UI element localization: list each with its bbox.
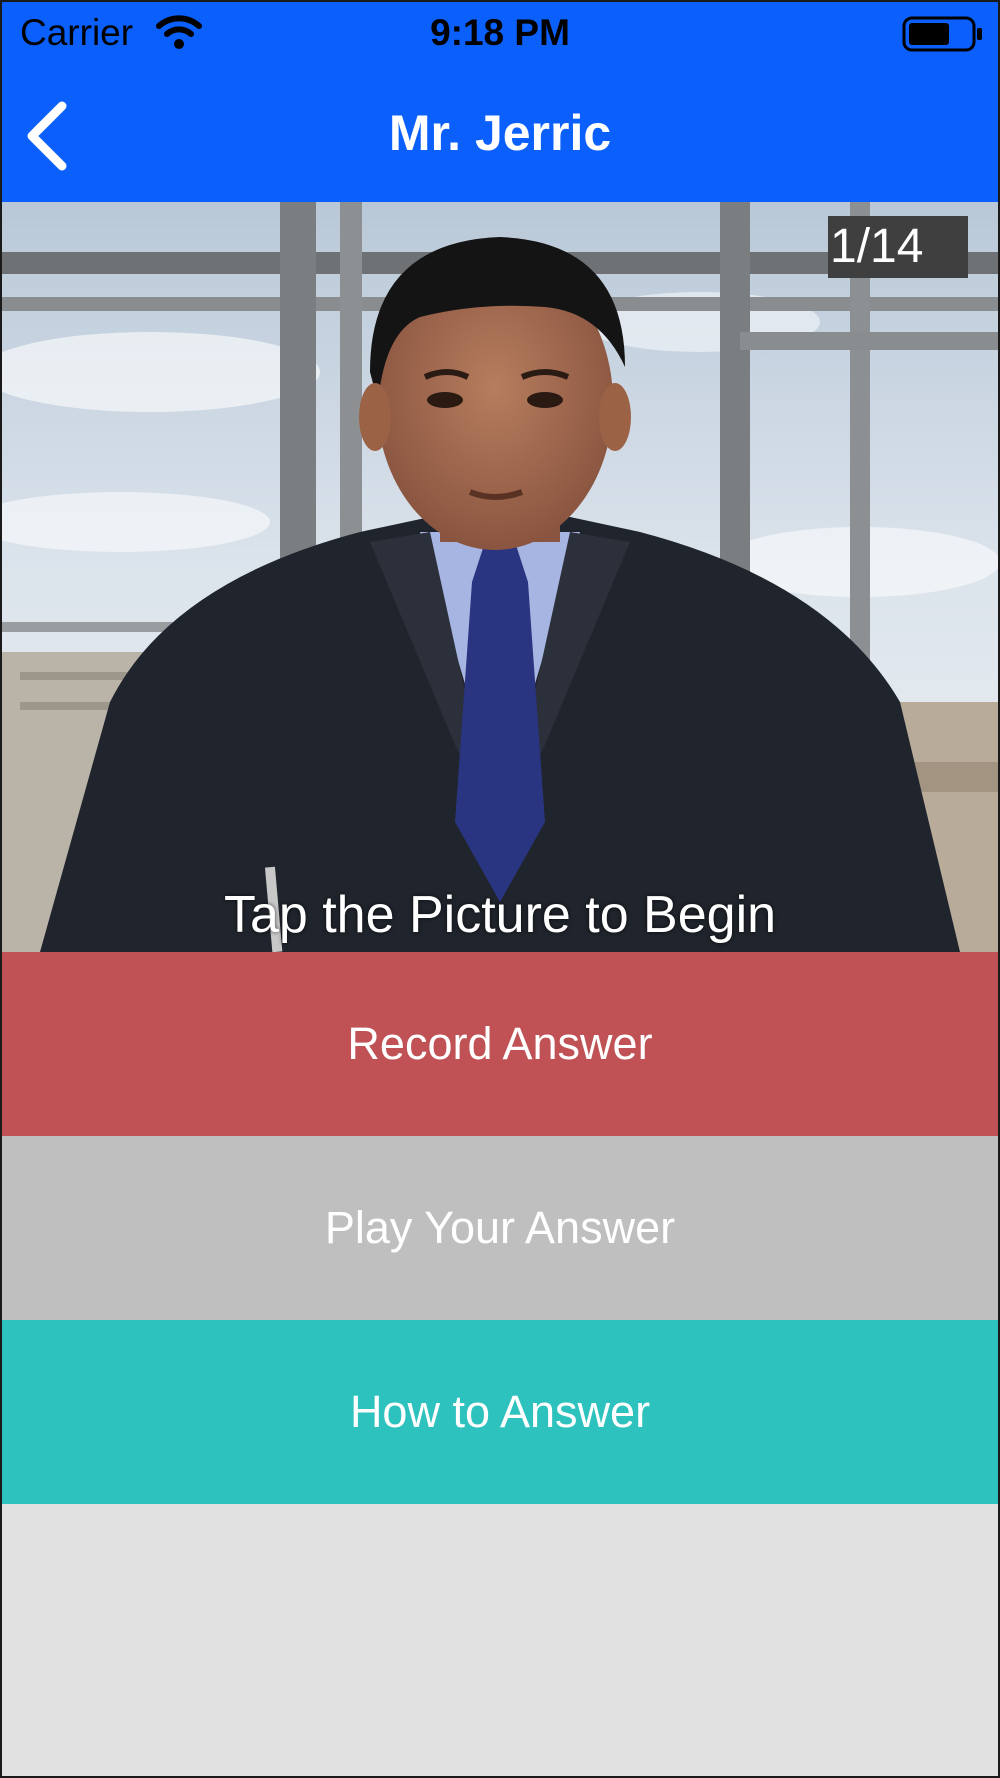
page-title: Mr. Jerric <box>388 105 612 161</box>
interviewer-video[interactable] <box>0 202 1000 952</box>
status-time: 9:18 PM <box>430 12 570 53</box>
top-bar: Carrier 9:18 PM Mr. Jerric <box>0 0 1000 202</box>
record-answer-button[interactable]: Record Answer <box>0 952 1000 1136</box>
interviewer-picture <box>0 202 1000 952</box>
status-bar: Carrier 9:18 PM <box>0 0 1000 68</box>
play-answer-button[interactable]: Play Your Answer <box>0 1136 1000 1320</box>
battery-icon <box>902 16 982 52</box>
question-counter: 1/14 <box>828 216 968 278</box>
empty-area <box>0 1504 1000 1778</box>
navigation-bar: Mr. Jerric <box>0 68 1000 202</box>
how-to-answer-button[interactable]: How to Answer <box>0 1320 1000 1504</box>
tap-to-begin-hint: Tap the Picture to Begin <box>223 886 777 944</box>
